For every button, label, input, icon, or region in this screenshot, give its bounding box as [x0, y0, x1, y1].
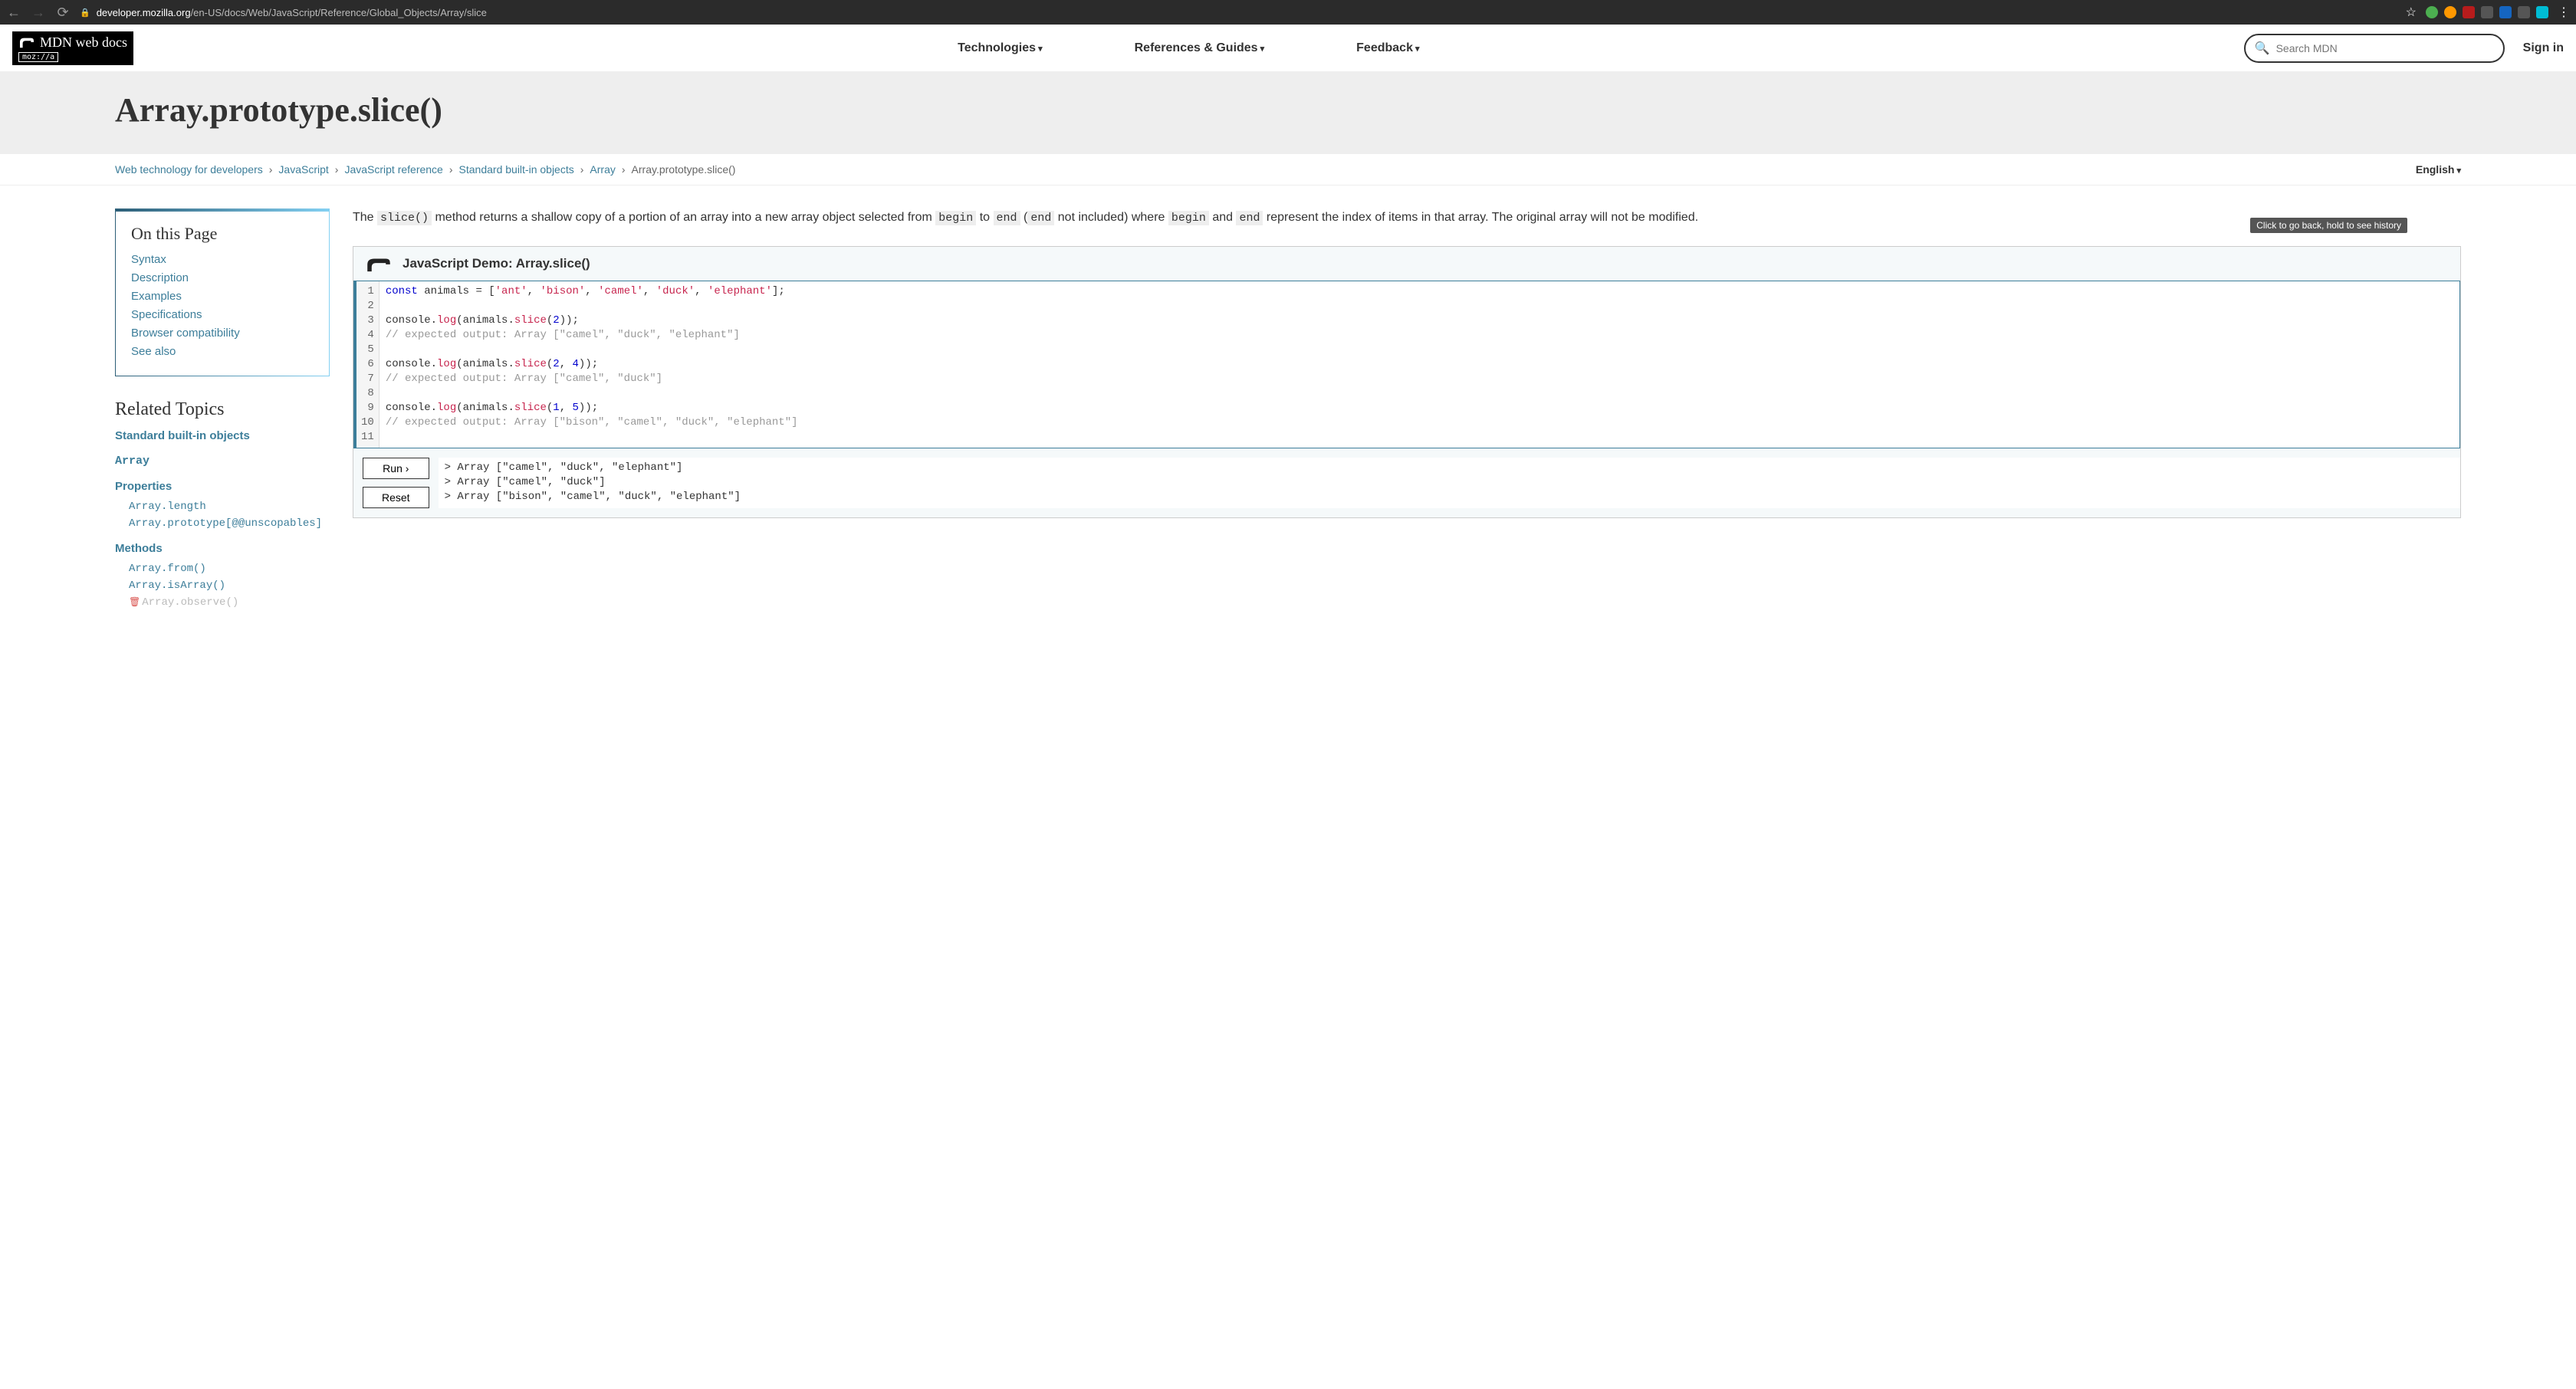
mozilla-tag: moz://a	[18, 52, 58, 62]
toc-link[interactable]: Description	[131, 271, 189, 284]
nav-feedback[interactable]: Feedback	[1356, 41, 1419, 55]
back-tooltip: Click to go back, hold to see history	[2250, 218, 2407, 233]
extension-icon[interactable]	[2536, 6, 2548, 18]
content: Click to go back, hold to see history On…	[0, 186, 2576, 636]
sign-in-link[interactable]: Sign in	[2523, 41, 2564, 55]
methods-head[interactable]: Methods	[115, 542, 330, 555]
extension-icon[interactable]	[2444, 6, 2456, 18]
code-body[interactable]: const animals = ['ant', 'bison', 'camel'…	[380, 281, 2459, 448]
search-input[interactable]	[2276, 42, 2494, 54]
run-button[interactable]: Run ›	[363, 458, 429, 479]
line-numbers: 1234567891011	[356, 281, 380, 448]
extension-icons	[2426, 6, 2548, 18]
deprecated-method[interactable]: 🗑Array.observe()	[129, 596, 330, 609]
toc-link[interactable]: See also	[131, 345, 176, 358]
related-top-link[interactable]: Standard built-in objects	[115, 429, 330, 442]
main-nav: MDN web docs moz://a Technologies Refere…	[0, 25, 2576, 72]
demo-title: JavaScript Demo: Array.slice()	[402, 256, 590, 271]
related-method-link[interactable]: Array.isArray()	[129, 580, 225, 592]
toc-link[interactable]: Specifications	[131, 308, 202, 321]
breadcrumb-link[interactable]: JavaScript	[278, 163, 328, 176]
toc-link[interactable]: Browser compatibility	[131, 327, 240, 340]
breadcrumb-link[interactable]: Standard built-in objects	[459, 163, 574, 176]
intro-paragraph: The slice() method returns a shallow cop…	[353, 209, 2461, 228]
breadcrumb-link[interactable]: Web technology for developers	[115, 163, 263, 176]
main-content: The slice() method returns a shallow cop…	[353, 209, 2461, 613]
toc-link[interactable]: Syntax	[131, 253, 166, 266]
breadcrumb-bar: Web technology for developers›JavaScript…	[0, 154, 2576, 186]
back-button[interactable]: ←	[6, 5, 21, 21]
extension-icon[interactable]	[2518, 6, 2530, 18]
related-category[interactable]: Array	[115, 455, 330, 468]
url-text: developer.mozilla.org/en-US/docs/Web/Jav…	[97, 7, 487, 18]
nav-references[interactable]: References & Guides	[1135, 41, 1265, 55]
title-banner: Array.prototype.slice()	[0, 72, 2576, 154]
page-title: Array.prototype.slice()	[115, 90, 2576, 130]
nav-technologies[interactable]: Technologies	[958, 41, 1043, 55]
trash-icon: 🗑	[129, 597, 140, 608]
forward-button[interactable]: →	[31, 5, 46, 21]
extension-icon[interactable]	[2463, 6, 2475, 18]
breadcrumb-current: Array.prototype.slice()	[632, 163, 736, 176]
browser-chrome: ← → ⟳ 🔒 developer.mozilla.org/en-US/docs…	[0, 0, 2576, 25]
extension-icon[interactable]	[2499, 6, 2512, 18]
related-topics: Related Topics Standard built-in objects…	[115, 399, 330, 609]
related-heading: Related Topics	[115, 399, 330, 420]
mdn-logo[interactable]: MDN web docs moz://a	[12, 31, 133, 65]
demo-dino-icon	[364, 254, 393, 273]
related-method-link[interactable]: Array.from()	[129, 563, 206, 575]
demo-header: JavaScript Demo: Array.slice()	[353, 247, 2460, 281]
search-icon: 🔍	[2255, 41, 2270, 56]
extension-icon[interactable]	[2481, 6, 2493, 18]
properties-head[interactable]: Properties	[115, 480, 330, 493]
sidebar: On this Page Syntax Description Examples Sp…	[115, 209, 330, 613]
reload-button[interactable]: ⟳	[55, 5, 71, 21]
language-select[interactable]: English	[2416, 163, 2461, 176]
extension-icon[interactable]	[2426, 6, 2438, 18]
toc-link[interactable]: Examples	[131, 290, 182, 303]
breadcrumb: Web technology for developers›JavaScript…	[115, 163, 735, 176]
search-box[interactable]: 🔍	[2244, 34, 2505, 63]
demo-controls: Run › Reset > Array ["camel", "duck", "e…	[353, 448, 2460, 517]
demo-box: JavaScript Demo: Array.slice() 123456789…	[353, 246, 2461, 518]
on-this-page: On this Page Syntax Description Examples Sp…	[115, 209, 330, 376]
lock-icon: 🔒	[80, 8, 90, 18]
browser-menu-icon[interactable]: ⋮	[2558, 5, 2570, 20]
related-property-link[interactable]: Array.length	[129, 501, 206, 513]
address-bar[interactable]: 🔒 developer.mozilla.org/en-US/docs/Web/J…	[80, 7, 2397, 18]
related-property-link[interactable]: Array.prototype[@@unscopables]	[129, 517, 322, 530]
output-panel: > Array ["camel", "duck", "elephant"] > …	[439, 458, 2460, 508]
reset-button[interactable]: Reset	[363, 487, 429, 508]
on-this-page-heading: On this Page	[131, 224, 314, 244]
code-editor[interactable]: 1234567891011 const animals = ['ant', 'b…	[353, 281, 2460, 448]
breadcrumb-link[interactable]: Array	[590, 163, 615, 176]
breadcrumb-link[interactable]: JavaScript reference	[344, 163, 442, 176]
bookmark-star-icon[interactable]: ☆	[2406, 5, 2417, 20]
mdn-dino-icon	[18, 35, 35, 49]
